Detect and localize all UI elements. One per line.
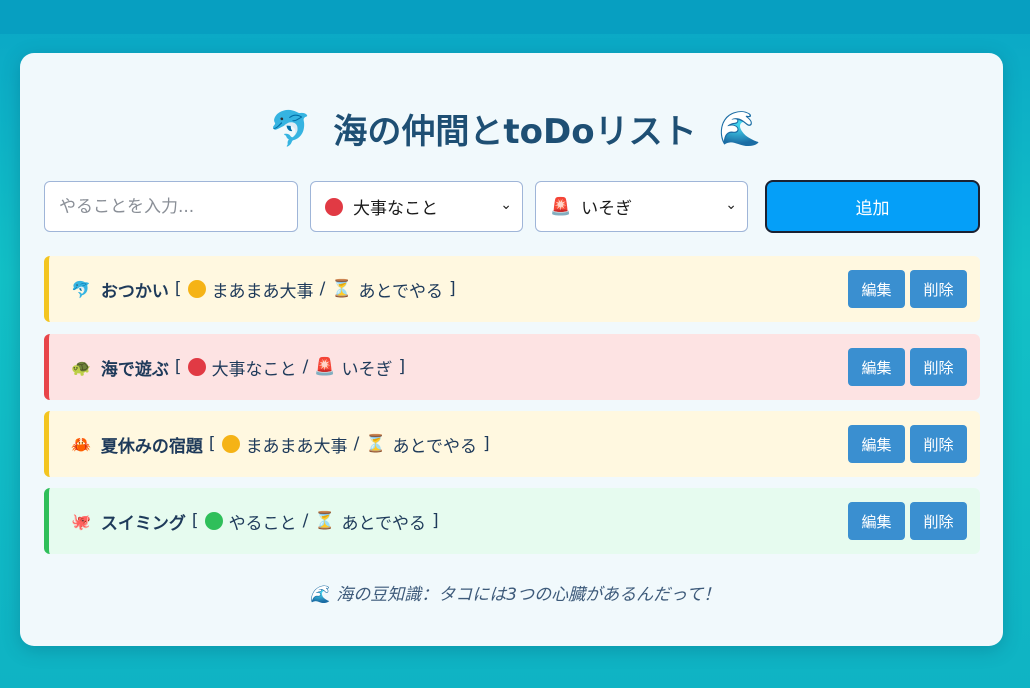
sea-trivia: 🌊 海の豆知識：タコには3つの心臓があるんだって！	[0, 580, 1030, 605]
bracket: [	[208, 434, 216, 454]
task-item: 🦀 夏休みの宿題 [ まあまあ大事 / ⏳ あとでやる ] 編集 削除	[44, 411, 980, 477]
delete-button[interactable]: 削除	[910, 502, 967, 540]
task-priority: 大事なこと	[211, 359, 297, 380]
add-button[interactable]: 追加	[765, 180, 980, 233]
task-urgency: いそぎ	[341, 359, 393, 380]
dolphin-icon: 🐬	[269, 108, 312, 149]
edit-button[interactable]: 編集	[848, 502, 905, 540]
red-circle-icon	[325, 197, 343, 216]
priority-select[interactable]: 大事なこと ⌄	[310, 181, 523, 232]
task-priority: まあまあ大事	[211, 281, 314, 302]
top-band	[0, 0, 1030, 34]
edit-button[interactable]: 編集	[848, 270, 905, 308]
urgency-select[interactable]: 🚨 いそぎ ⌄	[535, 181, 748, 232]
hourglass-icon: ⏳	[365, 434, 387, 454]
separator: /	[302, 511, 309, 531]
delete-button[interactable]: 削除	[910, 348, 967, 386]
octopus-icon: 🐙	[71, 511, 91, 531]
hourglass-icon: ⏳	[314, 511, 336, 531]
title-text: 海の仲間とtoDoリスト	[333, 112, 697, 152]
urgency-select-value: いそぎ	[581, 199, 633, 219]
task-urgency: あとでやる	[358, 281, 443, 302]
crab-icon: 🦀	[71, 434, 91, 454]
green-circle-icon	[204, 512, 223, 530]
edit-button[interactable]: 編集	[848, 425, 905, 463]
separator: /	[302, 357, 309, 377]
priority-select-value: 大事なこと	[353, 199, 438, 219]
task-priority: やること	[228, 513, 297, 534]
page-title: 🐬 海の仲間とtoDoリスト 🌊	[0, 104, 1030, 153]
bracket: ]	[398, 357, 406, 377]
siren-icon: 🚨	[314, 357, 336, 377]
yellow-circle-icon	[221, 435, 240, 453]
siren-icon: 🚨	[550, 196, 572, 217]
task-item: 🐢 海で遊ぶ [ 大事なこと / 🚨 いそぎ ] 編集 削除	[44, 334, 980, 400]
task-input[interactable]	[44, 181, 298, 232]
chevron-down-icon: ⌄	[725, 197, 737, 213]
bracket: [	[191, 511, 199, 531]
task-priority: まあまあ大事	[245, 436, 348, 457]
bracket: [	[174, 279, 182, 299]
red-circle-icon	[187, 358, 206, 376]
bracket: ]	[482, 434, 490, 454]
task-name: スイミング	[100, 513, 186, 534]
wave-icon: 🌊	[718, 108, 761, 149]
add-task-form: 大事なこと ⌄ 🚨 いそぎ ⌄ 追加	[44, 180, 980, 233]
dolphin-icon: 🐬	[71, 279, 91, 299]
task-name: おつかい	[100, 281, 169, 302]
wave-icon: 🌊	[309, 585, 331, 605]
trivia-text: 海の豆知識：タコには3つの心臓があるんだって！	[336, 585, 721, 605]
delete-button[interactable]: 削除	[910, 425, 967, 463]
separator: /	[319, 279, 326, 299]
turtle-icon: 🐢	[71, 357, 91, 377]
chevron-down-icon: ⌄	[500, 197, 512, 213]
task-name: 海で遊ぶ	[100, 359, 169, 380]
task-urgency: あとでやる	[392, 436, 477, 457]
task-urgency: あとでやる	[341, 513, 426, 534]
separator: /	[353, 434, 360, 454]
task-item: 🐬 おつかい [ まあまあ大事 / ⏳ あとでやる ] 編集 削除	[44, 256, 980, 322]
hourglass-icon: ⏳	[331, 279, 353, 299]
bracket: ]	[431, 511, 439, 531]
delete-button[interactable]: 削除	[910, 270, 967, 308]
bracket: [	[174, 357, 182, 377]
bracket: ]	[448, 279, 456, 299]
edit-button[interactable]: 編集	[848, 348, 905, 386]
yellow-circle-icon	[187, 280, 206, 298]
task-item: 🐙 スイミング [ やること / ⏳ あとでやる ] 編集 削除	[44, 488, 980, 554]
task-name: 夏休みの宿題	[100, 436, 203, 457]
